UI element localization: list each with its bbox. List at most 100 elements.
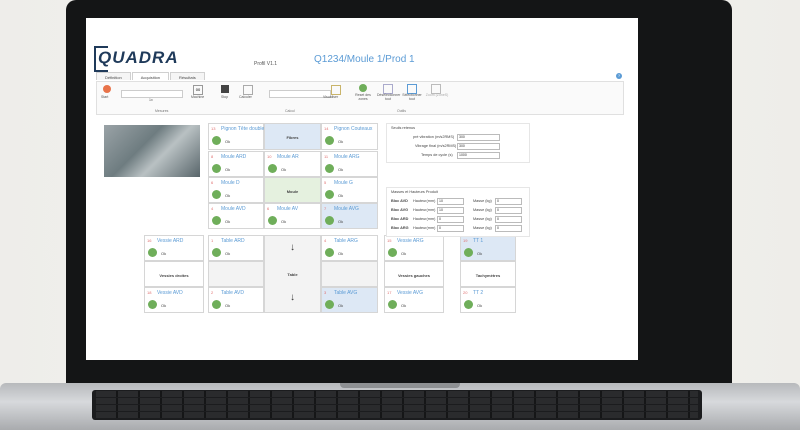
cell-tt2[interactable]: 20 TT 2 Ok — [460, 287, 516, 313]
laptop-hinge — [340, 383, 460, 388]
cell-moule-avg[interactable]: 7 Moule AVG Ok — [321, 203, 378, 229]
start-button[interactable]: Start — [101, 95, 108, 99]
status-ok-icon — [325, 190, 334, 199]
laptop-screen: QUADRA Profil V1.1 Q1234/Moule 1/Prod 1 … — [86, 18, 638, 360]
cell-table-arg[interactable]: 4 Table ARG Ok — [321, 235, 378, 261]
zoom-button[interactable]: Zoom (ZoneS) — [425, 93, 449, 97]
cell-vessie-ard[interactable]: 16 Vessie ARD Ok — [144, 235, 204, 261]
hauteur-label: Hauteur(mm) — [413, 208, 436, 212]
hauteur-label: Hauteur(mm) — [413, 217, 436, 221]
mesures-scale: 1x — [149, 98, 153, 102]
bloc-name: Bloc ARG — [391, 226, 409, 230]
status-ok-icon — [212, 164, 221, 173]
ribbon-toolbar: Start 1x 00 Machine Stop Mesures Calcule… — [96, 81, 624, 115]
masses-panel: Masses et Hauteurs Produit Bloc AVD Haut… — [386, 187, 530, 237]
status-ok-icon — [148, 300, 157, 309]
masse-input[interactable]: 0 — [495, 207, 522, 214]
status-ok-icon — [464, 300, 473, 309]
status-ok-icon — [388, 248, 397, 257]
acquisition-content: 13 Pignon Tête double Ok Fibres 14 Pigno… — [96, 117, 622, 317]
visualize-icon[interactable] — [331, 85, 341, 95]
mesures-group-label: Mesures — [155, 109, 169, 113]
seuil-previbration-input[interactable]: 300 — [457, 134, 500, 141]
tab-results[interactable]: Résultats — [170, 72, 205, 80]
status-ok-icon — [325, 248, 334, 257]
cell-table-avg[interactable]: 3 Table AVG Ok — [321, 287, 378, 313]
cell-table-ard[interactable]: 1 Table ARD Ok — [208, 235, 264, 261]
reset-icon[interactable] — [359, 84, 367, 92]
start-icon[interactable] — [103, 85, 111, 93]
help-icon[interactable]: ? — [616, 73, 622, 79]
cell-moule-av[interactable]: 6 Moule AV Ok — [264, 203, 321, 229]
calculate-icon[interactable] — [243, 85, 253, 95]
profile-version: Profil V1.1 — [254, 61, 278, 67]
status-ok-icon — [212, 190, 221, 199]
cell-moule-avd[interactable]: 4 Moule AVD Ok — [208, 203, 264, 229]
cell-table-avd[interactable]: 2 Table AVD Ok — [208, 287, 264, 313]
status-ok-icon — [325, 216, 334, 225]
deselect-all-button[interactable]: Désélectionner tout — [377, 93, 400, 101]
hauteur-input[interactable]: 0 — [437, 225, 464, 232]
cell-moule-ard[interactable]: 8 Moule ARD Ok — [208, 151, 264, 177]
status-ok-icon — [212, 216, 221, 225]
visualize-button[interactable]: Visualiser — [323, 95, 338, 99]
seuil-vibrage-input[interactable]: 300 — [457, 143, 500, 150]
cell-vessies-droites[interactable]: Vessies droites — [144, 261, 204, 287]
bloc-name: Bloc AVG — [391, 208, 409, 212]
machine-label: Machine — [191, 95, 205, 99]
stop-button[interactable]: Stop — [221, 95, 228, 99]
masse-input[interactable]: 0 — [495, 225, 522, 232]
status-ok-icon — [325, 300, 334, 309]
cell-moule-d[interactable]: 6 Moule D Ok — [208, 177, 264, 203]
cell-vessie-avg[interactable]: 17 Vessie AVG Ok — [384, 287, 444, 313]
hauteur-input[interactable]: 10 — [437, 198, 464, 205]
keyboard — [92, 390, 702, 420]
cell-tachymetres[interactable]: Tachymètres — [460, 261, 516, 287]
seuil-label: Temps de cycle (s) — [421, 153, 453, 157]
calculate-button[interactable]: Calculer — [239, 95, 252, 99]
cell-pignon-couteaux[interactable]: 14 Pignon Couteaux Ok — [321, 123, 378, 150]
cell-pignon-tete-double[interactable]: 13 Pignon Tête double Ok — [208, 123, 264, 150]
status-ok-icon — [325, 164, 334, 173]
seuils-panel: Seuils retenus pré vibration (m/s2RMS) 3… — [386, 123, 530, 163]
cell-table-right-empty — [321, 261, 378, 287]
cell-moule-arg[interactable]: 11 Moule ARG Ok — [321, 151, 378, 177]
cell-vessie-arg[interactable]: 15 Vessie ARG Ok — [384, 235, 444, 261]
cell-moule[interactable]: Moule — [264, 177, 321, 203]
arrow-down-icon: ↓ — [290, 292, 295, 303]
calcul-group-label: Calcul — [285, 109, 295, 113]
status-ok-icon — [464, 248, 473, 257]
reset-zones-button[interactable]: Reset des zones — [353, 93, 373, 101]
masses-title: Masses et Hauteurs Produit — [391, 190, 438, 194]
tab-acquisition[interactable]: Acquisition — [131, 72, 170, 80]
bloc-name: Bloc ARD — [391, 217, 409, 221]
seuils-title: Seuils retenus — [391, 126, 416, 130]
select-all-button[interactable]: Sélectionner tout — [401, 93, 423, 101]
outils-group-label: Outils — [397, 109, 406, 113]
cell-vessie-avd[interactable]: 18 Vessie AVD Ok — [144, 287, 204, 313]
cell-moule-ar[interactable]: 10 Moule AR Ok — [264, 151, 321, 177]
masse-label: Masse (kg) — [473, 208, 492, 212]
status-ok-icon — [325, 136, 334, 145]
page-title: Q1234/Moule 1/Prod 1 — [314, 54, 415, 65]
seuil-cycle-input[interactable]: 1000 — [457, 152, 500, 159]
cell-fibres[interactable]: Fibres — [264, 123, 321, 150]
cell-moule-g[interactable]: 5 Moule G Ok — [321, 177, 378, 203]
masse-input[interactable]: 0 — [495, 198, 522, 205]
masse-label: Masse (kg) — [473, 199, 492, 203]
stop-icon[interactable] — [221, 85, 229, 93]
mesures-slider[interactable] — [121, 90, 183, 98]
calcul-slider[interactable] — [269, 90, 331, 98]
tab-definition[interactable]: Définition — [96, 72, 131, 80]
hauteur-input[interactable]: 0 — [437, 216, 464, 223]
hauteur-input[interactable]: 10 — [437, 207, 464, 214]
cell-vessies-gauches[interactable]: Vessies gauches — [384, 261, 444, 287]
bloc-name: Bloc AVD — [391, 199, 408, 203]
masse-label: Masse (kg) — [473, 217, 492, 221]
cell-table[interactable]: ↓ Table ↓ — [264, 235, 321, 313]
status-ok-icon — [212, 136, 221, 145]
machine-icon[interactable]: 00 — [193, 85, 203, 95]
tab-bar: Définition Acquisition Résultats — [96, 72, 206, 80]
masse-input[interactable]: 0 — [495, 216, 522, 223]
cell-tt1[interactable]: 19 TT 1 Ok — [460, 235, 516, 261]
